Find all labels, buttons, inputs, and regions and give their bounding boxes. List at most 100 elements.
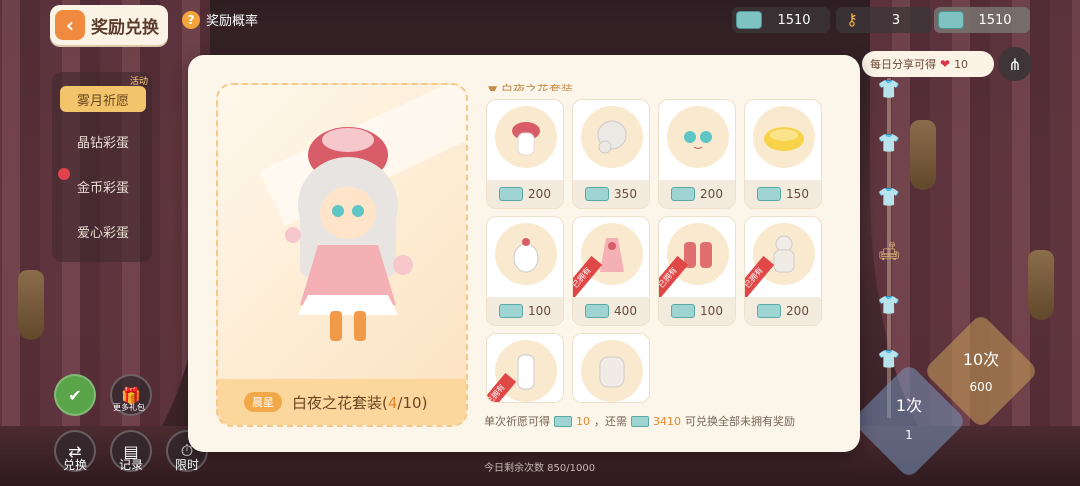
outfit-item-card[interactable]: 150 [744,99,822,209]
set-total-count: 10 [402,393,422,412]
share-text: 每日分享可得 [870,58,936,71]
hairstyle-icon [581,106,643,168]
item-price: 100 [487,297,563,325]
item-price-value: 350 [614,187,637,201]
limited-label: 限时 [174,458,199,472]
shirt-icon: 👕 [877,187,901,208]
side-item-label: 金币彩蛋 [76,180,129,196]
side-item-label: 晶钻彩蛋 [76,135,129,151]
notification-dot [58,168,70,180]
currency-value: 3 [891,12,901,28]
hint-mid: ，还需 [594,415,627,428]
more-gifts-label: 更多礼包 [113,403,145,412]
side-item-label: 爱心彩蛋 [76,225,129,241]
ticket-icon [499,187,524,201]
ticket-icon [585,304,610,318]
ticket-icon [631,415,649,427]
outfit-item-card[interactable]: 350 [572,99,650,209]
item-price-value: 100 [528,304,551,318]
hint-need: 3410 [653,414,681,428]
side-item-diamond-egg[interactable]: 晶钻彩蛋 [60,128,146,154]
back-button[interactable]: ‹ 奖励兑换 [50,5,168,45]
item-price: 400 [573,297,649,325]
character-avatar [285,127,413,341]
side-item-coin-egg[interactable]: 金币彩蛋 [60,173,146,199]
item-price: 200 [487,180,563,208]
reward-probability-button[interactable]: ? 奖励概率 [182,10,258,29]
cushion-icon [753,106,815,168]
item-price: 350 [573,180,649,208]
sofa-icon: 🛋 [877,241,901,262]
item-price-value: 200 [786,304,809,318]
checkin-button[interactable]: ✔ [54,374,96,416]
items-grid-title-text: 白夜之花套装 [501,83,574,91]
outfit-item-card[interactable]: 已拥有 100 [658,216,736,326]
hint-gain: 10 [576,414,590,428]
ticket-icon [757,187,782,201]
currency-ticket: 1510 [732,7,830,33]
draw-ten-label: 10次 [962,350,1000,369]
exchange-hint: 单次祈愿可得 10 ，还需 3410 可兑换全部未拥有奖励 [484,413,795,429]
ticket-icon [585,187,610,201]
hint-suffix: 可兑换全部未拥有奖励 [685,415,795,428]
reward-exchange-modal: 晨星 白夜之花套装(4/10) ▼ 白夜之花套装 200 350 200 150… [188,55,860,452]
ticket-icon [938,11,964,29]
outfit-item-card[interactable]: 已拥有 [486,333,564,403]
outfit-item-card[interactable] [572,333,650,403]
outfit-item-card[interactable]: 100 [486,216,564,326]
check-icon: ✔ [68,385,82,405]
share-button[interactable]: ⋔ [998,47,1032,81]
ticket-icon [736,11,762,29]
item-price: 150 [745,180,821,208]
outfit-set-info: 晨星 白夜之花套装(4/10) [218,379,466,425]
items-grid-title: ▼ 白夜之花套装 [488,81,573,91]
rarity-badge: 晨星 [244,392,282,412]
daily-share-reward: 每日分享可得 ❤ 10 [862,51,994,77]
item-price: 200 [745,297,821,325]
draw-one-label: 1次 [895,396,923,415]
item-price-value: 200 [700,187,723,201]
item-price-value: 100 [700,304,723,318]
ticket-icon [671,187,696,201]
currency-value: 1510 [777,12,811,28]
item-price-value: 200 [528,187,551,201]
set-name-text: 白夜之花套装 [292,393,383,412]
reward-probability-label: 奖励概率 [206,14,259,29]
shirt-icon: 👕 [877,133,901,154]
item-price-value: 150 [786,187,809,201]
exchange-label: 兑换 [62,458,87,472]
share-icon: ⋔ [1008,54,1022,74]
page-title: 奖励兑换 [91,17,159,38]
shirt-icon: 👕 [877,295,901,316]
side-menu: 活动 雾月祈愿 晶钻彩蛋 金币彩蛋 爱心彩蛋 [52,72,152,262]
share-count: 10 [954,57,969,71]
side-item-wish[interactable]: 雾月祈愿 [60,86,146,112]
currency-key: ⚷ 3 [836,7,932,33]
outfit-item-card[interactable]: 200 [658,99,736,209]
bag-icon [495,223,557,285]
heart-icon: ❤ [940,57,951,71]
question-icon: ? [182,10,200,29]
draw-ten-cost: 600 [969,380,993,394]
record-label: 记录 [118,458,143,472]
outfit-item-card[interactable]: 已拥有 400 [572,216,650,326]
hint-prefix: 单次祈愿可得 [484,415,550,428]
headwear-icon [495,106,557,168]
eyes-icon [667,106,729,168]
ticket-icon [554,415,572,427]
side-item-label: 雾月祈愿 [76,93,129,109]
key-icon: ⚷ [846,10,858,29]
back-arrow-icon: ‹ [55,10,85,40]
outfit-item-card[interactable]: 已拥有 200 [744,216,822,326]
side-item-heart-egg[interactable]: 爱心彩蛋 [60,218,146,244]
today-remaining-count: 今日剩余次数 850/1000 [484,463,596,474]
currency-ticket-highlight: 1510 [934,7,1030,33]
item-price: 100 [659,297,735,325]
item-price-value: 400 [614,304,637,318]
ticket-icon [757,304,782,318]
currency-value: 1510 [978,12,1012,28]
shirt-icon: 👕 [877,349,901,370]
shirt-icon: 👕 [877,79,901,100]
outfit-preview-card: 晨星 白夜之花套装(4/10) [216,83,468,427]
outfit-item-card[interactable]: 200 [486,99,564,209]
